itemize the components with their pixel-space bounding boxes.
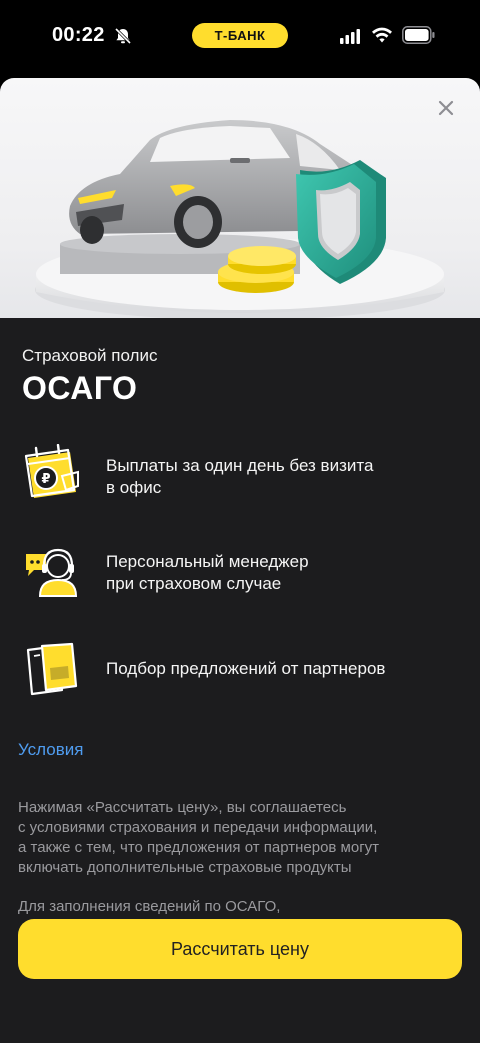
feature-fast-payout: ₽ Выплаты за один день без визита в офис: [22, 444, 462, 508]
feature-label: Подбор предложений от партнеров: [106, 659, 386, 678]
status-bar: 00:22 Т-БАНК: [0, 0, 480, 72]
signal-icon: [340, 29, 360, 44]
svg-text:₽: ₽: [41, 472, 50, 487]
policy-subtitle: Страховой полис: [22, 346, 158, 365]
legal-osago-note: Для заполнения сведений по ОСАГО,: [18, 898, 281, 915]
feature-label-cont: при страховом случае: [106, 574, 282, 593]
feature-personal-manager: Персональный менеджер при страховом случ…: [22, 540, 462, 604]
car-shield-illustration: [35, 120, 445, 318]
documents-icon: [26, 642, 78, 696]
legal-line: с условиями страхования и передачи инфор…: [18, 819, 378, 836]
bank-pill[interactable]: Т-БАНК: [192, 23, 288, 48]
legal-disclaimer: Нажимая «Рассчитать цену», вы соглашаете…: [18, 798, 458, 878]
battery-icon: [402, 26, 435, 44]
page-title: ОСАГО: [22, 370, 138, 406]
conditions-link[interactable]: Условия: [18, 740, 83, 760]
bell-off-icon: [114, 27, 132, 45]
legal-line: Нажимая «Рассчитать цену», вы соглашаете…: [18, 799, 347, 816]
legal-line: включать дополнительные страховые продук…: [18, 859, 352, 876]
calendar-ruble-icon: ₽: [24, 444, 79, 498]
feature-label: Выплаты за один день без визита: [106, 456, 374, 475]
legal-line: а также с тем, что предложения от партне…: [18, 839, 380, 856]
calculate-price-button[interactable]: Рассчитать цену: [18, 919, 462, 979]
feature-label-cont: в офис: [106, 478, 162, 497]
manager-headset-icon: [26, 548, 78, 597]
hero-illustration: [0, 78, 480, 318]
feature-partner-offers: Подбор предложений от партнеров: [22, 638, 462, 702]
close-icon[interactable]: [434, 96, 458, 120]
wifi-icon: [372, 27, 392, 43]
osago-sheet: Страховой полис ОСАГО ₽ Выплаты за один …: [0, 78, 480, 1043]
feature-label: Персональный менеджер: [106, 552, 309, 571]
status-time: 00:22: [52, 24, 105, 46]
